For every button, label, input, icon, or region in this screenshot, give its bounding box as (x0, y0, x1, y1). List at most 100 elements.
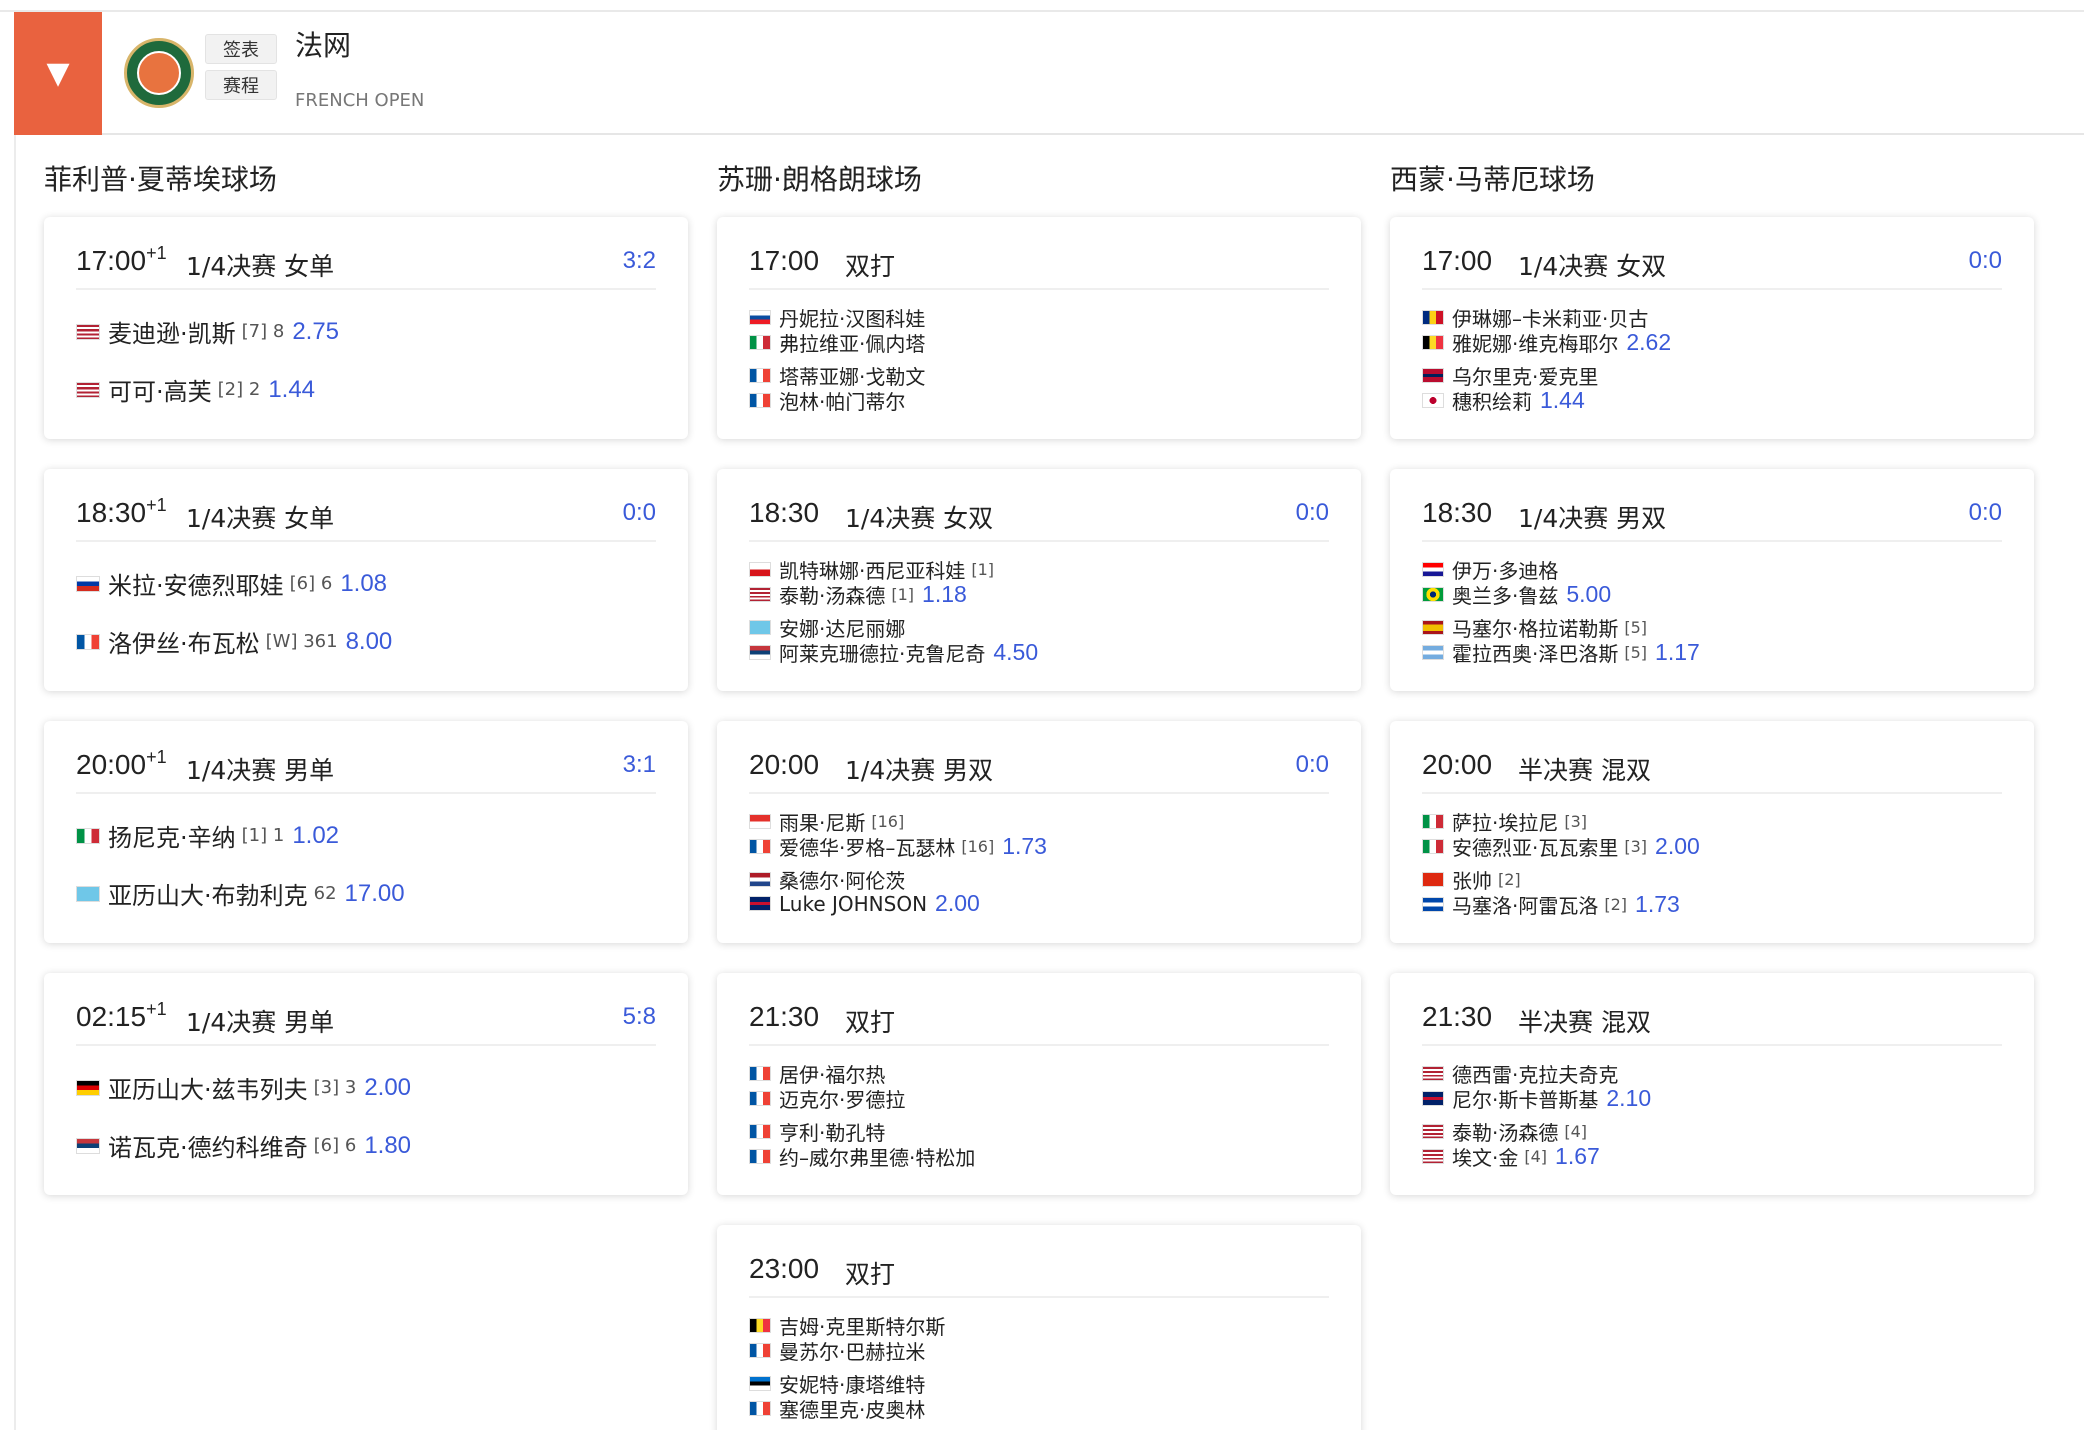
player-row[interactable]: 扬尼克·辛纳 [1] 1 1.02 (76, 818, 339, 853)
player-row[interactable]: 雅妮娜·维克梅耶尔 2.62 (1422, 328, 1671, 357)
match-card[interactable]: 17:00+1 1/4决赛 女单 3:2 麦迪逊·凯斯 [7] 8 2.75 可可·高芙 [2… (44, 217, 688, 439)
player-row[interactable]: 泡林·帕门蒂尔 (749, 386, 905, 415)
player-row[interactable]: 亚历山大·布勃利克 62 17.00 (76, 876, 405, 911)
tournament-header: ▼ 签表 赛程 法网 FRENCH OPEN (14, 12, 2084, 135)
match-card[interactable]: 17:00 双打 丹妮拉·汉图科娃 弗拉维亚·佩内塔 塔蒂亚娜·戈勒文 泡林·帕门蒂尔 (717, 217, 1361, 439)
player-seed: [5] (1624, 618, 1648, 637)
match-time: 18:30+1 (76, 495, 167, 529)
player-row[interactable]: 诺瓦克·德约科维奇 [6] 6 1.80 (76, 1128, 411, 1163)
player-name: 泡林·帕门蒂尔 (779, 390, 906, 414)
player-row[interactable]: 麦迪逊·凯斯 [7] 8 2.75 (76, 314, 339, 349)
match-card[interactable]: 18:30 1/4决赛 男双 0:0 伊万·多迪格 奥兰多·鲁兹 5.00 马塞尔·格拉诺勒… (1390, 469, 2034, 691)
player-name: 穗积绘莉 (1452, 390, 1532, 414)
player-row[interactable]: 亚历山大·兹韦列夫 [3] 3 2.00 (76, 1070, 411, 1105)
collapse-toggle-button[interactable]: ▼ (14, 12, 102, 135)
player-name: 米拉·安德烈耶娃 (108, 572, 284, 600)
match-score[interactable]: 3:2 (623, 247, 656, 275)
player-row[interactable]: 米拉·安德烈耶娃 [6] 6 1.08 (76, 566, 387, 601)
betting-odds[interactable]: 8.00 (346, 628, 393, 656)
betting-odds[interactable]: 5.00 (1566, 581, 1611, 608)
country-flag-icon (749, 1066, 771, 1081)
betting-odds[interactable]: 1.44 (268, 376, 315, 404)
match-card[interactable]: 17:00 1/4决赛 女双 0:0 伊琳娜–卡米莉亚·贝古 雅妮娜·维克梅耶尔 2.62… (1390, 217, 2034, 439)
player-row[interactable]: 埃文·金 [4] 1.67 (1422, 1142, 1600, 1171)
country-flag-icon (1422, 393, 1444, 408)
player-row[interactable]: 泰勒·汤森德 [1] 1.18 (749, 580, 967, 609)
player-row[interactable]: 阿莱克珊德拉·克鲁尼奇 4.50 (749, 638, 1038, 667)
player-row[interactable]: 奥兰多·鲁兹 5.00 (1422, 580, 1611, 609)
country-flag-icon (749, 1091, 771, 1106)
betting-odds[interactable]: 2.00 (1655, 833, 1700, 860)
betting-odds[interactable]: 2.00 (935, 890, 980, 917)
schedule-button[interactable]: 赛程 (205, 70, 277, 100)
betting-odds[interactable]: 4.50 (993, 639, 1038, 666)
match-round: 1/4决赛 男单 (186, 1008, 335, 1037)
match-round: 1/4决赛 女双 (1518, 252, 1667, 281)
match-header: 17:00+1 1/4决赛 女单 3:2 (76, 217, 656, 290)
betting-odds[interactable]: 2.10 (1606, 1085, 1651, 1112)
player-row[interactable]: 曼苏尔·巴赫拉米 (749, 1336, 925, 1365)
match-card[interactable]: 02:15+1 1/4决赛 男单 5:8 亚历山大·兹韦列夫 [3] 3 2.00 诺瓦克·… (44, 973, 688, 1195)
betting-odds[interactable]: 17.00 (345, 880, 405, 908)
player-name: 马塞洛·阿雷瓦洛 (1452, 894, 1599, 918)
player-row[interactable]: 可可·高芙 [2] 2 1.44 (76, 372, 315, 407)
country-flag-icon (749, 620, 771, 635)
match-score[interactable]: 3:1 (623, 751, 656, 779)
country-flag-icon (749, 1149, 771, 1164)
betting-odds[interactable]: 1.02 (292, 822, 339, 850)
country-flag-icon (1422, 335, 1444, 350)
player-row[interactable]: 爱德华·罗格–瓦瑟林 [16] 1.73 (749, 832, 1047, 861)
betting-odds[interactable]: 1.67 (1555, 1143, 1600, 1170)
player-seed: [5] (1624, 643, 1648, 662)
match-card[interactable]: 21:30 半决赛 混双 德西雷·克拉夫奇克 尼尔·斯卡普斯基 2.10 泰勒·汤森德 [4… (1390, 973, 2034, 1195)
player-row[interactable]: 约–威尔弗里德·特松加 (749, 1142, 975, 1171)
match-time: 17:00+1 (76, 243, 167, 277)
match-score[interactable]: 0:0 (623, 499, 656, 527)
court-title: 苏珊·朗格朗球场 (717, 163, 922, 196)
betting-odds[interactable]: 2.62 (1626, 329, 1671, 356)
player-name: 尼尔·斯卡普斯基 (1452, 1088, 1599, 1112)
betting-odds[interactable]: 2.00 (364, 1074, 411, 1102)
player-row[interactable]: 马塞洛·阿雷瓦洛 [2] 1.73 (1422, 890, 1680, 919)
player-row[interactable]: 穗积绘莉 1.44 (1422, 386, 1585, 415)
tournament-subtitle: FRENCH OPEN (295, 90, 425, 111)
player-row[interactable]: Luke JOHNSON 2.00 (749, 890, 980, 917)
betting-odds[interactable]: 2.75 (292, 318, 339, 346)
match-card[interactable]: 18:30 1/4决赛 女双 0:0 凯特琳娜·西尼亚科娃 [1] 泰勒·汤森德 [1] 1.… (717, 469, 1361, 691)
player-row[interactable]: 塞德里克·皮奥林 (749, 1394, 925, 1423)
player-row[interactable]: 尼尔·斯卡普斯基 2.10 (1422, 1084, 1651, 1113)
player-name: 阿莱克珊德拉·克鲁尼奇 (779, 642, 986, 666)
match-score[interactable]: 5:8 (623, 1003, 656, 1031)
player-row[interactable]: 安德烈亚·瓦瓦索里 [3] 2.00 (1422, 832, 1700, 861)
betting-odds[interactable]: 1.80 (364, 1132, 411, 1160)
draw-button[interactable]: 签表 (205, 34, 277, 64)
match-card[interactable]: 18:30+1 1/4决赛 女单 0:0 米拉·安德烈耶娃 [6] 6 1.08 洛伊丝·布… (44, 469, 688, 691)
match-score[interactable]: 0:0 (1296, 751, 1329, 779)
country-flag-icon (749, 587, 771, 602)
betting-odds[interactable]: 1.44 (1540, 387, 1585, 414)
match-header: 20:00 1/4决赛 男双 0:0 (749, 721, 1329, 794)
player-row[interactable]: 霍拉西奥·泽巴洛斯 [5] 1.17 (1422, 638, 1700, 667)
player-seed: [6] 6 (289, 573, 333, 594)
match-round: 1/4决赛 男双 (1518, 504, 1667, 533)
match-card[interactable]: 20:00+1 1/4决赛 男单 3:1 扬尼克·辛纳 [1] 1 1.02 亚历山大·布勃… (44, 721, 688, 943)
match-score[interactable]: 0:0 (1296, 499, 1329, 527)
match-card[interactable]: 23:00 双打 吉姆·克里斯特尔斯 曼苏尔·巴赫拉米 安妮特·康塔维特 塞德里克·皮奥林 (717, 1225, 1361, 1430)
betting-odds[interactable]: 1.18 (922, 581, 967, 608)
match-time-value: 17:00 (76, 245, 147, 276)
match-card[interactable]: 20:00 1/4决赛 男双 0:0 雨果·尼斯 [16] 爱德华·罗格–瓦瑟林 [16] 1… (717, 721, 1361, 943)
country-flag-icon (1422, 1091, 1444, 1106)
betting-odds[interactable]: 1.17 (1655, 639, 1700, 666)
match-card[interactable]: 21:30 双打 居伊·福尔热 迈克尔·罗德拉 亨利·勒孔特 约–威尔弗里德·特松加 (717, 973, 1361, 1195)
betting-odds[interactable]: 1.73 (1002, 833, 1047, 860)
player-seed: [1] (971, 560, 995, 579)
betting-odds[interactable]: 1.08 (340, 570, 387, 598)
betting-odds[interactable]: 1.73 (1635, 891, 1680, 918)
match-card[interactable]: 20:00 半决赛 混双 萨拉·埃拉尼 [3] 安德烈亚·瓦瓦索里 [3] 2.00 张帅 [2… (1390, 721, 2034, 943)
player-row[interactable]: 迈克尔·罗德拉 (749, 1084, 905, 1113)
player-row[interactable]: 洛伊丝·布瓦松 [W] 361 8.00 (76, 624, 392, 659)
match-score[interactable]: 0:0 (1969, 499, 2002, 527)
player-row[interactable]: 弗拉维亚·佩内塔 (749, 328, 925, 357)
player-name: 奥兰多·鲁兹 (1452, 584, 1559, 608)
match-score[interactable]: 0:0 (1969, 247, 2002, 275)
